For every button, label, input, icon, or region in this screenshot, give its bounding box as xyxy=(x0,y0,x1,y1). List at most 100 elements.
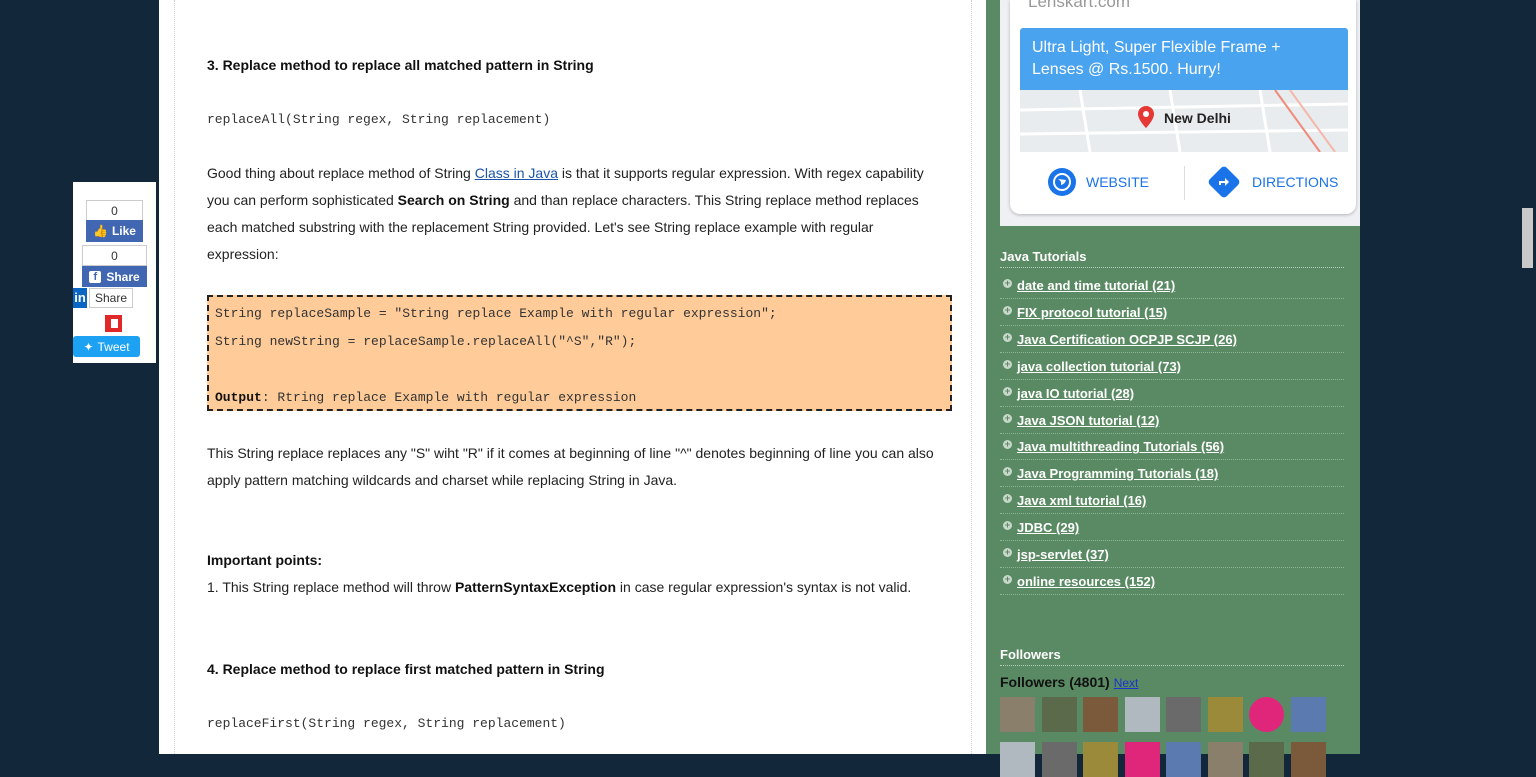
point-text: in case regular expression's syntax is n… xyxy=(616,579,912,595)
linkedin-share-button[interactable]: in Share xyxy=(73,288,133,308)
section-heading-4: 4. Replace method to replace first match… xyxy=(207,661,605,677)
like-label: Like xyxy=(111,224,136,238)
follower-avatar[interactable] xyxy=(1207,742,1243,777)
tutorial-count: (56) xyxy=(1200,439,1225,455)
follower-avatar[interactable] xyxy=(1124,697,1160,732)
tutorial-entry: jsp-servlet (37) xyxy=(1017,547,1109,562)
follower-avatar[interactable] xyxy=(1083,697,1118,732)
tutorial-link[interactable]: Java Certification OCPJP SCJP xyxy=(1017,332,1210,347)
facebook-icon: f xyxy=(89,270,102,283)
follower-avatar[interactable] xyxy=(1000,697,1035,732)
tutorial-link[interactable]: Java xml tutorial xyxy=(1017,493,1120,508)
followers-next-link[interactable]: Next xyxy=(1114,676,1139,690)
follower-avatar[interactable] xyxy=(1207,697,1243,732)
tutorial-count: (15) xyxy=(1144,304,1168,320)
map-pin-icon xyxy=(1138,106,1154,128)
facebook-like-button[interactable]: 👍 Like xyxy=(86,220,143,242)
plus-bullet-icon: + xyxy=(1003,520,1012,531)
follower-avatar[interactable] xyxy=(1083,742,1118,777)
scrollbar[interactable] xyxy=(1519,0,1536,754)
follower-avatar[interactable] xyxy=(1290,697,1326,732)
ad-city: New Delhi xyxy=(1164,110,1231,126)
tutorial-item: + Java Certification OCPJP SCJP (26) xyxy=(1000,327,1344,353)
follower-avatar[interactable] xyxy=(1249,697,1284,732)
tutorial-link[interactable]: online resources xyxy=(1017,574,1121,589)
ad-headline[interactable]: Ultra Light, Super Flexible Frame + Lens… xyxy=(1020,28,1348,90)
method-signature-replacefirst: replaceFirst(String regex, String replac… xyxy=(207,716,566,731)
ad-actions: WEBSITE DIRECTIONS xyxy=(1010,152,1356,212)
website-label: WEBSITE xyxy=(1086,174,1150,190)
tutorial-link[interactable]: Java Programming Tutorials xyxy=(1017,466,1192,481)
para-bold-text: Search on String xyxy=(397,192,510,208)
tutorial-entry: Java multithreading Tutorials (56) xyxy=(1017,439,1224,454)
directions-button[interactable]: DIRECTIONS xyxy=(1207,165,1339,199)
tweet-button[interactable]: ✦ Tweet xyxy=(73,336,140,357)
scrollbar-thumb[interactable] xyxy=(1522,208,1533,268)
follower-avatar[interactable] xyxy=(1166,742,1201,777)
tweet-label: Tweet xyxy=(97,339,130,354)
linkedin-icon: in xyxy=(73,288,87,308)
ad-card[interactable]: Lenskart.com Ultra Light, Super Flexible… xyxy=(1000,0,1360,226)
tutorial-link[interactable]: Java multithreading Tutorials xyxy=(1017,439,1197,454)
tutorial-link[interactable]: date and time tutorial xyxy=(1017,278,1148,293)
method-signature-replaceall: replaceAll(String regex, String replacem… xyxy=(207,112,551,127)
tutorial-entry: FIX protocol tutorial (15) xyxy=(1017,305,1167,320)
tutorial-item: + java IO tutorial (28) xyxy=(1000,381,1344,407)
linkedin-label: Share xyxy=(88,288,133,308)
flipboard-icon[interactable] xyxy=(105,315,122,332)
tutorial-link[interactable]: jsp-servlet xyxy=(1017,547,1082,562)
plus-bullet-icon: + xyxy=(1003,331,1012,342)
tutorial-count: (152) xyxy=(1124,573,1156,589)
tutorial-entry: Java xml tutorial (16) xyxy=(1017,493,1146,508)
globe-icon xyxy=(1048,168,1076,196)
follower-avatar[interactable] xyxy=(1041,742,1077,777)
tutorial-link[interactable]: java collection tutorial xyxy=(1017,359,1154,374)
paragraph-regex-explanation: This String replace replaces any "S" wih… xyxy=(207,445,934,488)
share-label: Share xyxy=(106,269,140,284)
follower-avatar[interactable] xyxy=(1041,697,1077,732)
tutorial-count: (37) xyxy=(1085,547,1109,562)
follower-avatar[interactable] xyxy=(1124,742,1160,777)
tutorial-item: + java collection tutorial (73) xyxy=(1000,354,1344,380)
share-count: 0 xyxy=(82,245,147,266)
tutorial-entry: online resources (152) xyxy=(1017,574,1155,589)
class-in-java-link[interactable]: Class in Java xyxy=(475,165,558,181)
tutorial-item: + jsp-servlet (37) xyxy=(1000,542,1344,568)
directions-label: DIRECTIONS xyxy=(1252,174,1339,190)
thumbs-up-icon: 👍 xyxy=(93,224,108,238)
website-button[interactable]: WEBSITE xyxy=(1048,166,1149,198)
section-heading-3: 3. Replace method to replace all matched… xyxy=(207,57,594,73)
ad-map[interactable]: New Delhi xyxy=(1020,90,1348,152)
tutorial-item: + FIX protocol tutorial (15) xyxy=(1000,300,1344,326)
directions-icon xyxy=(1207,165,1241,199)
tutorial-link[interactable]: JDBC xyxy=(1017,520,1052,535)
follower-avatar[interactable] xyxy=(1000,742,1035,777)
tutorial-entry: java collection tutorial (73) xyxy=(1017,359,1181,374)
tutorial-entry: JDBC (29) xyxy=(1017,520,1079,535)
plus-bullet-icon: + xyxy=(1003,412,1012,423)
tutorial-item: + Java multithreading Tutorials (56) xyxy=(1000,434,1344,461)
tutorial-item: + JDBC (29) xyxy=(1000,515,1344,542)
follower-avatar[interactable] xyxy=(1166,697,1201,732)
follower-avatar[interactable] xyxy=(1290,742,1326,777)
plus-bullet-icon: + xyxy=(1003,547,1012,557)
plus-bullet-icon: + xyxy=(1003,304,1012,315)
page-wrapper: 3. Replace method to replace all matched… xyxy=(159,0,1360,777)
tutorial-link[interactable]: java IO tutorial xyxy=(1017,386,1107,401)
follower-avatar[interactable] xyxy=(1249,742,1284,777)
tutorial-entry: date and time tutorial (21) xyxy=(1017,278,1175,293)
plus-bullet-icon: + xyxy=(1003,358,1012,369)
plus-bullet-icon: + xyxy=(1003,493,1012,504)
paragraph-regex-intro: Good thing about replace method of Strin… xyxy=(207,160,942,268)
followers-title: Followers xyxy=(1000,647,1344,666)
tutorial-count: (28) xyxy=(1110,385,1135,401)
tutorial-item: + Java xml tutorial (16) xyxy=(1000,488,1344,515)
facebook-share-button[interactable]: f Share xyxy=(82,266,147,287)
code-example-box: String replaceSample = "String replace E… xyxy=(207,295,952,411)
ad-domain: Lenskart.com xyxy=(1028,0,1131,11)
tutorial-link[interactable]: FIX protocol tutorial xyxy=(1017,305,1141,320)
plus-bullet-icon: + xyxy=(1003,573,1012,584)
ad-inner: Lenskart.com Ultra Light, Super Flexible… xyxy=(1010,0,1356,214)
output-value: : Rtring replace Example with regular ex… xyxy=(261,390,637,405)
tutorial-link[interactable]: Java JSON tutorial xyxy=(1017,413,1133,428)
